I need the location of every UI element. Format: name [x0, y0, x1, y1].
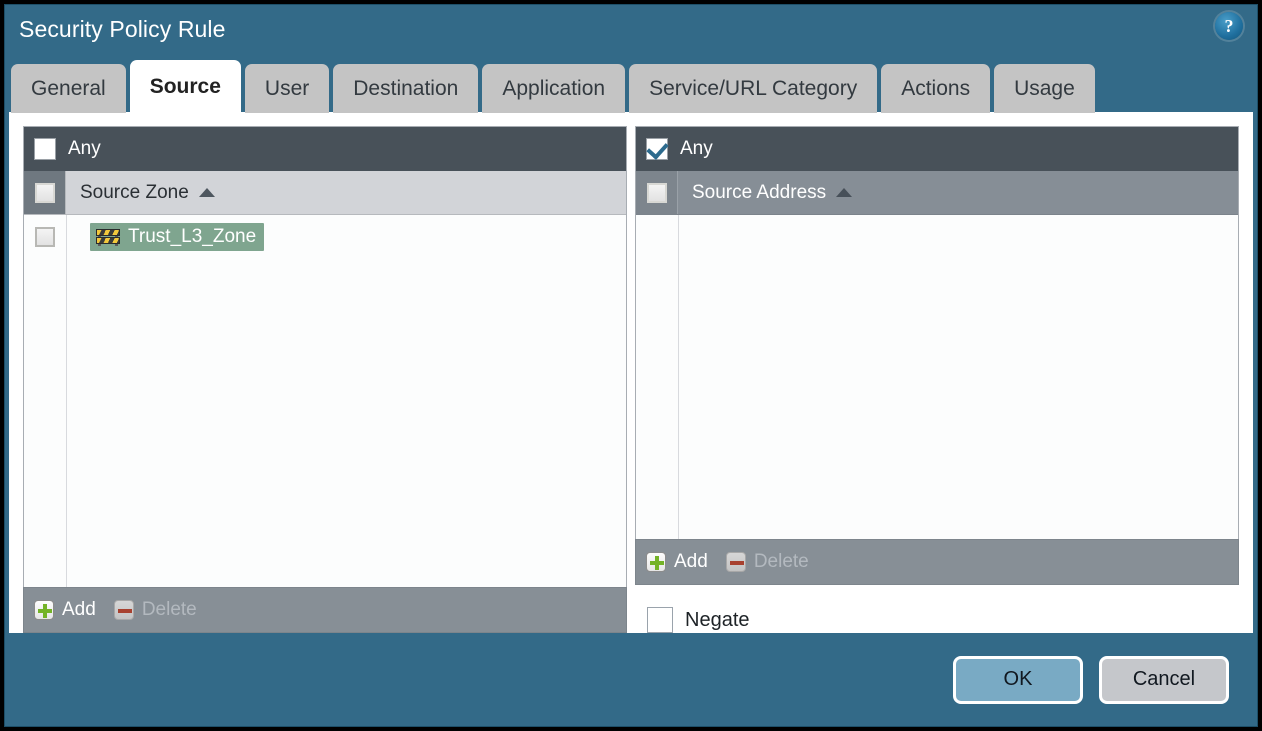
source-zone-column-title-group: Source Zone: [80, 182, 215, 204]
source-address-add-button[interactable]: Add: [646, 551, 708, 573]
source-zone-add-label: Add: [62, 599, 96, 621]
source-zone-panel: Any Source Zone: [23, 126, 627, 633]
tab-source[interactable]: Source: [130, 60, 241, 113]
source-zone-row-checkbox[interactable]: [35, 227, 55, 247]
source-address-any-checkbox[interactable]: [646, 138, 668, 160]
tab-strip: General Source User Destination Applicat…: [5, 57, 1257, 112]
source-address-panel: Any Source Address Add: [635, 126, 1239, 633]
security-policy-rule-dialog: Security Policy Rule ? General Source Us…: [4, 4, 1258, 727]
tab-actions[interactable]: Actions: [881, 64, 990, 113]
page-title: Security Policy Rule: [19, 16, 226, 43]
source-zone-toolbar: Add Delete: [23, 587, 627, 633]
help-circle-icon[interactable]: ?: [1215, 12, 1243, 40]
negate-checkbox[interactable]: [647, 607, 673, 633]
source-zone-item-label: Trust_L3_Zone: [128, 226, 256, 248]
sort-ascending-icon[interactable]: [836, 188, 852, 197]
tab-service-url-category[interactable]: Service/URL Category: [629, 64, 877, 113]
tab-usage[interactable]: Usage: [994, 64, 1095, 113]
source-address-any-label: Any: [680, 138, 713, 160]
negate-label: Negate: [685, 609, 750, 632]
sort-ascending-icon[interactable]: [199, 188, 215, 197]
tab-destination[interactable]: Destination: [333, 64, 478, 113]
cancel-button[interactable]: Cancel: [1099, 656, 1229, 704]
table-row[interactable]: Trust_L3_Zone: [24, 215, 626, 259]
zone-barrier-icon: [96, 228, 120, 246]
source-address-rows: [636, 215, 1238, 539]
minus-icon: [114, 600, 134, 620]
source-zone-add-button[interactable]: Add: [34, 599, 96, 621]
source-zone-row-checkbox-cell[interactable]: [24, 227, 66, 247]
source-address-list-container: Any Source Address: [635, 126, 1239, 539]
source-address-toolbar: Add Delete: [635, 539, 1239, 585]
source-tab-content: Any Source Zone: [9, 112, 1253, 633]
source-zone-any-row[interactable]: Any: [24, 127, 626, 171]
dialog-titlebar: Security Policy Rule ?: [5, 5, 1257, 57]
source-address-column-header[interactable]: Source Address: [636, 171, 1238, 215]
tab-user[interactable]: User: [245, 64, 329, 113]
source-address-any-row[interactable]: Any: [636, 127, 1238, 171]
source-zone-delete-button[interactable]: Delete: [114, 599, 197, 621]
source-address-add-label: Add: [674, 551, 708, 573]
source-zone-list-container: Any Source Zone: [23, 126, 627, 587]
source-zone-any-checkbox[interactable]: [34, 138, 56, 160]
source-address-delete-button[interactable]: Delete: [726, 551, 809, 573]
tab-application[interactable]: Application: [482, 64, 625, 113]
source-zone-select-all-checkbox[interactable]: [35, 183, 55, 203]
tab-general[interactable]: General: [11, 64, 126, 113]
source-address-column-title-group: Source Address: [692, 182, 852, 204]
plus-icon: [646, 552, 666, 572]
plus-icon: [34, 600, 54, 620]
dialog-footer: OK Cancel: [5, 633, 1257, 726]
negate-row[interactable]: Negate: [635, 607, 1239, 633]
source-address-select-all-checkbox[interactable]: [647, 183, 667, 203]
source-address-delete-label: Delete: [754, 551, 809, 573]
source-zone-column-title: Source Zone: [80, 182, 189, 204]
source-zone-any-label: Any: [68, 138, 101, 160]
source-zone-column-header[interactable]: Source Zone: [24, 171, 626, 215]
ok-button[interactable]: OK: [953, 656, 1083, 704]
source-zone-select-all-cell[interactable]: [24, 171, 66, 214]
source-zone-delete-label: Delete: [142, 599, 197, 621]
source-zone-item-chip[interactable]: Trust_L3_Zone: [90, 223, 264, 251]
source-zone-rows: Trust_L3_Zone: [24, 215, 626, 587]
help-glyph: ?: [1215, 12, 1243, 40]
minus-icon: [726, 552, 746, 572]
source-address-select-all-cell[interactable]: [636, 171, 678, 214]
source-address-column-title: Source Address: [692, 182, 826, 204]
